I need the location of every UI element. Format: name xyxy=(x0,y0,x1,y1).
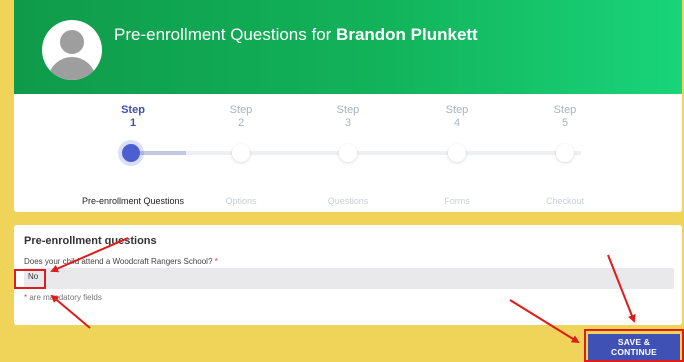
question-label: Does your child attend a Woodcraft Range… xyxy=(24,257,218,266)
avatar xyxy=(42,20,102,80)
step-5-dot[interactable] xyxy=(556,144,574,162)
questions-card: Pre-enrollment questions Does your child… xyxy=(14,225,682,325)
avatar-head-icon xyxy=(60,30,84,54)
answer-highlight-box xyxy=(14,269,46,289)
avatar-body-icon xyxy=(48,57,96,80)
step-5-label: Step xyxy=(553,104,577,116)
section-title: Pre-enrollment questions xyxy=(24,235,157,247)
step-1-dot[interactable] xyxy=(122,144,140,162)
step-5-number: 5 xyxy=(561,117,569,129)
step-2-dot[interactable] xyxy=(232,144,250,162)
answer-select[interactable] xyxy=(24,268,674,289)
question-text: Does your child attend a Woodcraft Range… xyxy=(24,257,213,266)
stepper: Step 1 Pre-enrollment Questions Step 2 O… xyxy=(14,94,682,212)
required-marker: * xyxy=(214,257,218,266)
step-4-dot[interactable] xyxy=(448,144,466,162)
step-3-dot[interactable] xyxy=(339,144,357,162)
mandatory-text: are mandatory fields xyxy=(29,293,102,302)
header-banner: Pre-enrollment Questions for Brandon Plu… xyxy=(14,0,682,94)
mandatory-marker: * xyxy=(24,293,28,302)
step-5[interactable]: Step 5 Checkout xyxy=(495,104,635,206)
save-continue-button[interactable]: SAVE & CONTINUE xyxy=(588,334,680,360)
page-title-prefix: Pre-enrollment Questions for xyxy=(114,25,337,44)
step-5-name: Checkout xyxy=(545,196,585,206)
page-title: Pre-enrollment Questions for Brandon Plu… xyxy=(114,25,478,45)
mandatory-note: * are mandatory fields xyxy=(24,293,102,302)
student-name: Brandon Plunkett xyxy=(336,25,478,44)
